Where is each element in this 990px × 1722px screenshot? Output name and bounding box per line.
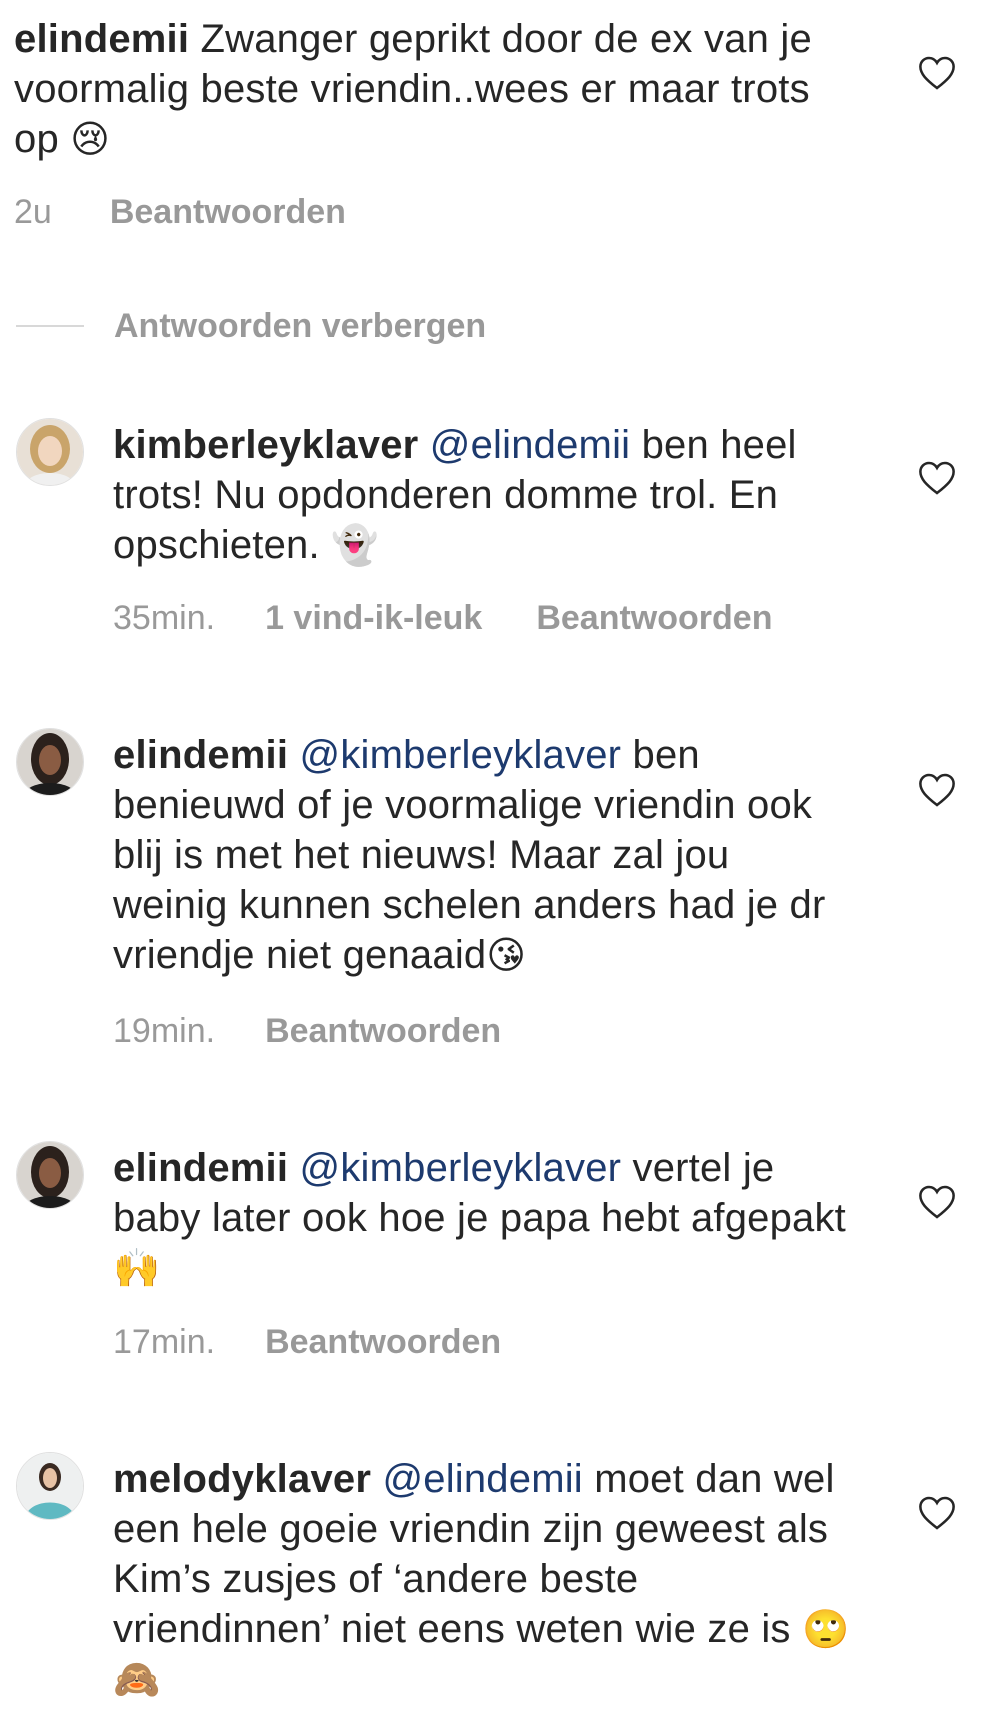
comment-timestamp: 35min. <box>113 599 216 637</box>
heart-outline-icon[interactable] <box>918 460 956 496</box>
comment-meta: 2u Beantwoorden <box>14 192 346 232</box>
comment-body: kimberleyklaver @elindemii ben heel trot… <box>113 420 833 570</box>
comment-username[interactable]: kimberleyklaver <box>113 423 418 467</box>
avatar[interactable] <box>16 1452 84 1520</box>
heart-outline-icon[interactable] <box>918 55 956 91</box>
comment-timestamp: 19min. <box>113 1012 216 1050</box>
comment-body: melodyklaver @elindemii moet dan wel een… <box>113 1454 853 1704</box>
divider-line <box>16 325 84 327</box>
avatar[interactable] <box>16 1141 84 1209</box>
comment-username[interactable]: melodyklaver <box>113 1457 371 1501</box>
comment-body: elindemii @kimberleyklaver ben benieuwd … <box>113 730 833 980</box>
comment-body: elindemii @kimberleyklaver vertel je bab… <box>113 1143 873 1293</box>
comment-meta: 17min. Beantwoorden <box>113 1322 501 1362</box>
likes-count[interactable]: 1 vind-ik-leuk <box>265 599 482 637</box>
comment-timestamp: 2u <box>14 193 52 231</box>
heart-outline-icon[interactable] <box>918 1495 956 1531</box>
user-avatar-icon <box>17 1453 83 1519</box>
user-avatar-icon <box>17 1142 83 1208</box>
heart-outline-icon[interactable] <box>918 772 956 808</box>
raising-hands-emoji: 🙌 <box>113 1246 161 1290</box>
comment-body: elindemii Zwanger geprikt door de ex van… <box>14 14 814 164</box>
comment-meta: 19min. Beantwoorden <box>113 1011 501 1051</box>
comment-timestamp: 17min. <box>113 1323 216 1361</box>
comment-meta: 35min. 1 vind-ik-leuk Beantwoorden <box>113 598 772 638</box>
hide-replies-label: Antwoorden verbergen <box>114 306 487 345</box>
mention-link[interactable]: @elindemii <box>430 423 630 467</box>
user-avatar-icon <box>17 729 83 795</box>
avatar[interactable] <box>16 728 84 796</box>
comment-username[interactable]: elindemii <box>14 17 189 61</box>
comment-username[interactable]: elindemii <box>113 733 288 777</box>
user-avatar-icon <box>17 419 83 485</box>
reply-button[interactable]: Beantwoorden <box>110 193 346 231</box>
reply-button[interactable]: Beantwoorden <box>536 599 772 637</box>
reply-button[interactable]: Beantwoorden <box>265 1323 501 1361</box>
mention-link[interactable]: @elindemii <box>382 1457 582 1501</box>
crying-face-emoji: 😢 <box>70 117 111 161</box>
mention-link[interactable]: @kimberleyklaver <box>300 1146 622 1190</box>
reply-button[interactable]: Beantwoorden <box>265 1012 501 1050</box>
heart-outline-icon[interactable] <box>918 1184 956 1220</box>
comment-username[interactable]: elindemii <box>113 1146 288 1190</box>
hide-replies-toggle[interactable]: Antwoorden verbergen <box>16 306 486 346</box>
ghost-emoji: 👻 <box>331 523 379 567</box>
mention-link[interactable]: @kimberleyklaver <box>300 733 622 777</box>
avatar[interactable] <box>16 418 84 486</box>
kissing-face-emoji: 😘 <box>486 933 527 977</box>
